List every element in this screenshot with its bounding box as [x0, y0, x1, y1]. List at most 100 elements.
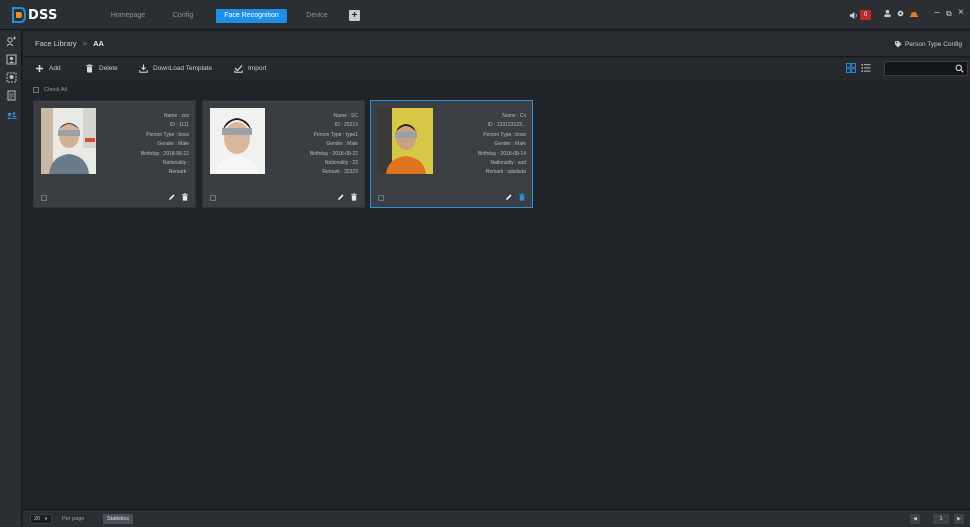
download-icon [139, 64, 148, 73]
face-photo [378, 108, 433, 174]
rail-face-library-icon[interactable] [5, 110, 17, 122]
pagination-footer: 20 ▼ Per page Statistics ◀ 1 ▶ [23, 509, 970, 527]
left-rail [0, 30, 22, 527]
delete-trash-icon[interactable] [518, 193, 526, 201]
person-type: Person Type : type1 [313, 131, 358, 138]
search-icon[interactable] [955, 64, 964, 73]
person-id: ID : 1111 [169, 122, 189, 129]
breadcrumb-bar: Face Library > AA Person Type Config [23, 31, 970, 57]
person-gender: Gender : Male [494, 141, 526, 148]
check-all-checkbox[interactable] [33, 87, 39, 93]
per-page-label: Per page [62, 516, 85, 522]
person-gender: Gender : Male [157, 141, 189, 148]
face-info: Name : zsx ID : 1111 Person Type : boss … [94, 112, 189, 178]
alarm-bell-icon[interactable] [909, 9, 919, 18]
card-checkbox[interactable] [41, 195, 47, 201]
settings-gear-icon[interactable] [896, 9, 905, 18]
prev-page-button[interactable]: ◀ [910, 514, 920, 524]
person-name: Name : Cx [502, 113, 526, 119]
add-label: Add [49, 65, 61, 72]
person-nationality: Nationality : 23 [324, 160, 358, 167]
card-checkbox[interactable] [210, 195, 216, 201]
import-button[interactable]: Import [234, 64, 266, 73]
breadcrumb-face-library[interactable]: Face Library [35, 39, 77, 48]
person-birthday: Birthday : 2018-08-22 [309, 150, 358, 157]
delete-button[interactable]: Delete [85, 64, 118, 73]
person-nationality: Nationality : [162, 160, 189, 167]
rail-face-search-icon[interactable] [5, 53, 17, 65]
add-tab-label: + [351, 9, 358, 21]
minimize-button[interactable]: − [934, 8, 940, 20]
import-icon [234, 65, 243, 73]
face-card[interactable]: Name : zsx ID : 1111 Person Type : boss … [33, 100, 196, 208]
download-template-label: DownLoad Template [153, 65, 213, 72]
breadcrumb-separator: > [82, 39, 88, 48]
person-type: Person Type : boss [146, 131, 189, 138]
card-checkbox[interactable] [378, 195, 384, 201]
edit-pencil-icon[interactable] [505, 193, 513, 201]
search-box[interactable] [884, 61, 968, 76]
search-input[interactable] [885, 62, 953, 75]
face-info: Name : SC ID : 25213 Person Type : type1… [263, 112, 358, 178]
rail-face-compare-icon[interactable] [5, 71, 17, 83]
check-all-label: Check All [44, 87, 67, 93]
person-nationality: Nationality : asd [490, 160, 526, 167]
tag-icon [895, 41, 902, 48]
logo-mark-icon [12, 7, 26, 23]
face-card[interactable]: Name : SC ID : 25213 Person Type : type1… [202, 100, 365, 208]
dss-logo: DSS [12, 6, 58, 24]
person-birthday: Birthday : 2018-08-22 [140, 150, 189, 157]
breadcrumb: Face Library > AA [35, 39, 104, 48]
face-card-selected[interactable]: Name : Cx ID : 123123123... Person Type … [370, 100, 533, 208]
trash-icon [86, 64, 93, 73]
plus-icon [36, 65, 43, 72]
rail-face-monitor-icon[interactable] [5, 35, 17, 47]
edit-pencil-icon[interactable] [168, 193, 176, 201]
per-page-value: 20 [34, 516, 41, 522]
next-page-button[interactable]: ▶ [954, 514, 964, 524]
delete-label: Delete [99, 65, 118, 72]
person-type: Person Type : boss [483, 131, 526, 138]
logo-text: DSS [28, 7, 58, 23]
face-info: Name : Cx ID : 123123123... Person Type … [431, 112, 526, 178]
sound-icon[interactable] [849, 11, 858, 20]
delete-trash-icon[interactable] [181, 193, 189, 201]
person-type-config-button[interactable]: Person Type Config [894, 40, 962, 48]
close-button[interactable]: × [958, 7, 964, 19]
person-type-config-label: Person Type Config [905, 40, 962, 48]
breadcrumb-current: AA [93, 39, 104, 48]
person-id: ID : 123123123... [487, 122, 526, 129]
alarm-badge[interactable]: 0 [860, 10, 872, 20]
tab-config[interactable]: Config [168, 9, 198, 23]
add-button[interactable]: Add [35, 64, 61, 73]
rail-report-icon[interactable] [5, 89, 17, 101]
check-all[interactable]: Check All [33, 87, 67, 93]
person-gender: Gender : Male [326, 141, 358, 148]
app-window: DSS Homepage Config Face Recognition Dev… [0, 0, 970, 527]
tab-device[interactable]: Device [302, 9, 332, 23]
chevron-down-icon: ▼ [44, 516, 48, 521]
current-page: 1 [933, 514, 949, 524]
toolbar: Add Delete DownLoad Template Import [23, 58, 970, 80]
top-right-tools: 0 [849, 9, 872, 21]
grid-view-icon[interactable] [846, 63, 856, 73]
per-page-select[interactable]: 20 ▼ [30, 514, 52, 524]
download-template-button[interactable]: DownLoad Template [139, 64, 212, 73]
face-photo [210, 108, 265, 174]
top-bar: DSS Homepage Config Face Recognition Dev… [0, 0, 970, 30]
tab-face-recognition[interactable]: Face Recognition [216, 9, 287, 23]
person-remark: Remark : 32323 [322, 169, 358, 176]
statistics-button[interactable]: Statistics [103, 514, 134, 524]
person-remark: Remark : sdsdsda [485, 169, 526, 176]
tab-homepage[interactable]: Homepage [103, 9, 153, 23]
delete-trash-icon[interactable] [350, 193, 358, 201]
user-icon[interactable] [883, 9, 892, 18]
person-name: Name : SC [333, 113, 358, 119]
edit-pencil-icon[interactable] [337, 193, 345, 201]
restore-button[interactable]: ⧉ [946, 8, 952, 20]
list-view-icon[interactable] [861, 63, 871, 73]
person-id: ID : 25213 [334, 122, 358, 129]
add-tab-button[interactable]: + [349, 10, 360, 21]
face-photo [41, 108, 96, 174]
person-remark: Remark : [168, 169, 189, 176]
